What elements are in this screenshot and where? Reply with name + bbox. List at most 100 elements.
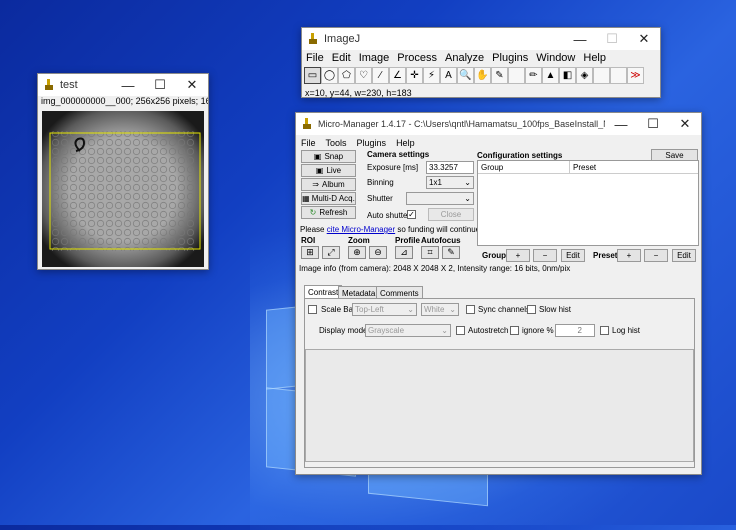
chevron-down-icon: ⌄ xyxy=(449,305,456,314)
video-icon: ▣ xyxy=(315,166,324,175)
imagej-menu-help[interactable]: Help xyxy=(579,52,610,64)
display-mode-value: Grayscale xyxy=(368,326,405,335)
cite-link[interactable]: cite Micro-Manager xyxy=(327,225,395,234)
shutter-label: Shutter xyxy=(367,194,393,203)
freehand-tool-icon[interactable]: ♡ xyxy=(355,67,372,84)
mm-menu-file[interactable]: File xyxy=(296,138,321,148)
multi-d-acq-button[interactable]: ▦ Multi-D Acq. xyxy=(301,192,356,205)
auto-shutter-checkbox[interactable]: ✓ xyxy=(407,210,416,219)
maximize-icon[interactable]: ☐ xyxy=(144,74,176,96)
autofocus-settings-icon[interactable]: ✎ xyxy=(442,246,460,259)
preset-remove-button[interactable]: − xyxy=(644,249,668,262)
chevron-down-icon: ⌄ xyxy=(464,194,471,203)
line-profile-icon[interactable]: ⊿ xyxy=(395,246,413,259)
refresh-button[interactable]: ↻ Refresh xyxy=(301,206,356,219)
close-icon[interactable]: ✕ xyxy=(176,74,208,96)
tab-contrast[interactable]: Contrast xyxy=(304,285,343,298)
minimize-icon[interactable]: — xyxy=(112,74,144,96)
imagej-menu-image[interactable]: Image xyxy=(355,52,394,64)
histogram-area[interactable] xyxy=(305,349,694,462)
binning-select[interactable]: 1x1 ⌄ xyxy=(426,176,474,189)
more-tools-icon[interactable]: ≫ xyxy=(627,67,644,84)
imagej-app-icon xyxy=(45,79,53,90)
polygon-tool-icon[interactable]: ⬠ xyxy=(338,67,355,84)
album-icon: ⇒ xyxy=(312,180,319,189)
chevron-down-icon: ⌄ xyxy=(407,305,414,314)
sync-channels-checkbox[interactable] xyxy=(466,305,475,314)
imagej-menu-plugins[interactable]: Plugins xyxy=(488,52,532,64)
autofocus-heading: Autofocus xyxy=(421,236,461,245)
mm-menu-tools[interactable]: Tools xyxy=(321,138,352,148)
col-preset[interactable]: Preset xyxy=(570,161,596,173)
autofocus-icon[interactable]: ⌗ xyxy=(421,246,439,259)
eraser-tool-icon[interactable]: ◧ xyxy=(559,67,576,84)
scale-bar-checkbox[interactable] xyxy=(308,305,317,314)
rectangle-tool-icon[interactable]: ▭ xyxy=(304,67,321,84)
imagej-menu-edit[interactable]: Edit xyxy=(328,52,355,64)
blank-tool-icon-3[interactable] xyxy=(610,67,627,84)
zoom-tool-icon[interactable]: 🔍 xyxy=(457,67,474,84)
angle-tool-icon[interactable]: ∠ xyxy=(389,67,406,84)
imagej-menu-process[interactable]: Process xyxy=(393,52,441,64)
live-button[interactable]: ▣ Live xyxy=(301,164,356,177)
config-table[interactable]: Group Preset xyxy=(477,160,699,246)
ignore-percent-field[interactable]: 2 xyxy=(555,324,595,337)
imagej-menu-analyze[interactable]: Analyze xyxy=(441,52,488,64)
log-hist-checkbox[interactable] xyxy=(600,326,609,335)
exposure-field[interactable]: 33.3257 xyxy=(426,161,474,174)
preset-edit-button[interactable]: Edit xyxy=(672,249,696,262)
autostretch-checkbox[interactable] xyxy=(456,326,465,335)
wand-tool-icon[interactable]: ⚡ xyxy=(423,67,440,84)
pencil-tool-icon[interactable]: ✏ xyxy=(525,67,542,84)
ignore-checkbox[interactable] xyxy=(510,326,519,335)
line-tool-icon[interactable]: ∕ xyxy=(372,67,389,84)
imagej-titlebar[interactable]: ImageJ — ☐ ✕ xyxy=(302,28,660,50)
brush-tool-icon[interactable]: ▲ xyxy=(542,67,559,84)
scale-color-value: White xyxy=(424,305,445,314)
close-icon[interactable]: ✕ xyxy=(628,28,660,50)
point-tool-icon[interactable]: ✛ xyxy=(406,67,423,84)
blank-tool-icon-2[interactable] xyxy=(593,67,610,84)
zoom-in-icon[interactable]: ⊕ xyxy=(348,246,366,259)
album-label: Album xyxy=(322,180,345,189)
shutter-select[interactable]: ⌄ xyxy=(406,192,474,205)
mm-menu-help[interactable]: Help xyxy=(391,138,420,148)
fill-tool-icon[interactable]: ◈ xyxy=(576,67,593,84)
mm-body: ▣ Snap ▣ Live ⇒ Album ▦ Multi-D Acq. ↻ Refres… xyxy=(296,149,701,474)
full-roi-icon[interactable]: ⤢ xyxy=(322,246,340,259)
autostretch-label: Autostretch xyxy=(468,326,509,335)
hand-tool-icon[interactable]: ✋ xyxy=(474,67,491,84)
slow-hist-checkbox[interactable] xyxy=(527,305,536,314)
zoom-out-icon[interactable]: ⊖ xyxy=(369,246,387,259)
cite-prefix: Please xyxy=(300,225,327,234)
imagej-menu-file[interactable]: File xyxy=(302,52,328,64)
imagej-menu-window[interactable]: Window xyxy=(532,52,579,64)
image-canvas[interactable] xyxy=(42,111,204,267)
mda-icon: ▦ xyxy=(302,194,310,203)
preset-add-button[interactable]: + xyxy=(617,249,641,262)
mm-menu-plugins[interactable]: Plugins xyxy=(352,138,392,148)
dropper-tool-icon[interactable]: ✎ xyxy=(491,67,508,84)
imagej-window[interactable]: ImageJ — ☐ ✕ File Edit Image Process Analyze… xyxy=(301,27,661,98)
group-add-button[interactable]: + xyxy=(506,249,530,262)
group-edit-button[interactable]: Edit xyxy=(561,249,585,262)
micro-manager-window[interactable]: Micro-Manager 1.4.17 - C:\Users\qntl\Ham… xyxy=(295,112,702,475)
minimize-icon[interactable]: — xyxy=(605,113,637,135)
col-group[interactable]: Group xyxy=(478,161,570,173)
snap-button[interactable]: ▣ Snap xyxy=(301,150,356,163)
minus-label: − xyxy=(653,251,659,260)
close-icon[interactable]: ✕ xyxy=(669,113,701,135)
album-button[interactable]: ⇒ Album xyxy=(301,178,356,191)
mm-titlebar[interactable]: Micro-Manager 1.4.17 - C:\Users\qntl\Ham… xyxy=(296,113,701,135)
blank-tool-icon[interactable] xyxy=(508,67,525,84)
minimize-icon[interactable]: — xyxy=(564,28,596,50)
group-remove-button[interactable]: − xyxy=(533,249,557,262)
maximize-icon[interactable]: ☐ xyxy=(637,113,669,135)
set-roi-icon[interactable]: ⊞ xyxy=(301,246,319,259)
oval-tool-icon[interactable]: ◯ xyxy=(321,67,338,84)
refresh-icon: ↻ xyxy=(309,208,317,217)
test-titlebar[interactable]: test — ☐ ✕ xyxy=(38,74,208,96)
ignore-percent-value: 2 xyxy=(577,326,582,335)
test-image-window[interactable]: test — ☐ ✕ img_000000000__000; 256x256 p… xyxy=(37,73,209,270)
text-tool-icon[interactable]: A xyxy=(440,67,457,84)
